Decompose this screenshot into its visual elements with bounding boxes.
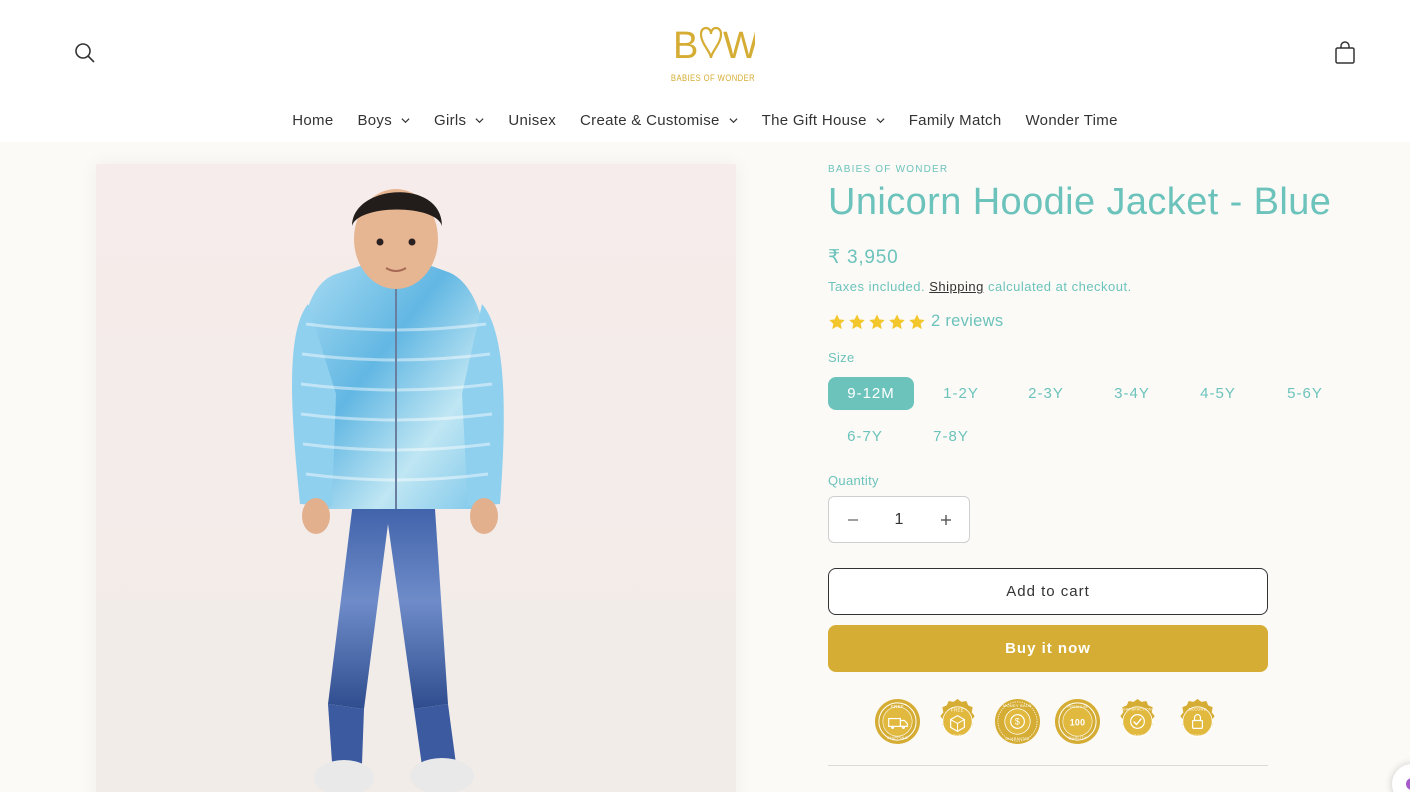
size-option-5-6y[interactable]: 5-6Y [1265,377,1345,410]
quantity-stepper [828,496,970,543]
size-option-2-3y[interactable]: 2-3Y [1006,377,1086,410]
nav-label: Family Match [908,111,1002,129]
nav-label: Girls [434,111,467,129]
chevron-down-icon [729,117,738,123]
quantity-input[interactable] [876,497,922,542]
size-label: Size [828,350,855,365]
chat-icon [1406,778,1410,790]
secure-checkout-badge-icon: SECURE CHECKOUT [1180,698,1215,738]
nav-label: Wonder Time [1025,111,1118,129]
product-title: Unicorn Hoodie Jacket - Blue [828,181,1332,223]
quantity-label: Quantity [828,473,879,488]
product-rating[interactable]: 2 reviews [828,312,1003,331]
quantity-decrease-button[interactable] [829,497,876,542]
product-photo-illustration [96,164,736,792]
svg-text:$: $ [1015,716,1020,726]
cart-icon [1335,41,1355,64]
premium-quality-badge-icon: 100 PREMIUM QUALITY [1054,698,1101,745]
nav-label: Home [292,111,334,129]
free-shipping-badge-icon: FREE SHIPPING [874,698,921,745]
nav-label: Unisex [508,111,557,129]
nav-boys[interactable]: Boys [345,112,422,129]
star-icon [869,313,885,329]
size-option-9-12m[interactable]: 9-12M [828,377,914,410]
main-nav: Home Boys Girls Unisex Create & Customis… [0,108,1410,132]
chevron-down-icon [876,117,885,123]
size-option-6-7y[interactable]: 6-7Y [828,420,902,453]
badge-text: GUARANTEE [1005,737,1030,741]
star-icon [849,313,865,329]
nav-unisex[interactable]: Unisex [496,112,568,129]
nav-gift-house[interactable]: The Gift House [750,112,897,129]
nav-create-customise[interactable]: Create & Customise [568,112,750,129]
svg-text:W: W [723,25,755,64]
add-to-cart-button[interactable]: Add to cart [828,568,1268,615]
logo-subtitle: BABIES OF WONDER [670,73,756,83]
size-option-7-8y[interactable]: 7-8Y [912,420,990,453]
tax-prefix: Taxes included. [828,279,926,294]
star-icon [909,313,925,329]
size-option-1-2y[interactable]: 1-2Y [921,377,1001,410]
nav-family-match[interactable]: Family Match [897,112,1014,129]
shipping-link[interactable]: Shipping [929,279,984,294]
site-header: B W BABIES OF WONDER Home Boys Girls Uni… [0,0,1410,142]
tax-suffix: calculated at checkout. [987,279,1132,294]
cart-button[interactable] [1332,40,1358,66]
badge-text: FREE [891,704,904,709]
brand-logo[interactable]: B W BABIES OF WONDER [663,22,763,84]
logo-mark: B W [663,22,763,72]
star-icon [889,313,905,329]
trust-badges: FREE SHIPPING FREE RETURNS $ MONEY BACK … [874,698,1221,745]
nav-label: Boys [357,111,393,129]
chat-widget-button[interactable] [1392,764,1410,792]
reviews-count: 2 reviews [931,312,1004,330]
product-image[interactable] [96,164,736,792]
star-icon [829,313,845,329]
nav-label: The Gift House [761,111,867,129]
nav-girls[interactable]: Girls [422,112,496,129]
badge-text: MONEY BACK [1003,703,1032,708]
money-back-badge-icon: $ MONEY BACK GUARANTEE [994,698,1041,745]
nav-wonder-time[interactable]: Wonder Time [1014,112,1130,129]
nav-home[interactable]: Home [280,112,345,129]
buy-now-button[interactable]: Buy it now [828,625,1268,672]
size-option-3-4y[interactable]: 3-4Y [1092,377,1172,410]
badge-text: SHIPPING [887,735,908,740]
badge-text: CHECKOUT [1186,734,1210,738]
minus-icon [847,518,858,521]
rating-stars [828,313,926,331]
badge-text: QUALITY [1068,735,1087,740]
chevron-down-icon [401,117,410,123]
plus-icon [940,514,951,525]
free-returns-badge-icon: FREE RETURNS [940,698,975,738]
nav-label: Create & Customise [580,111,720,129]
badge-text: SATISFACTION [1123,708,1152,712]
section-divider [828,765,1268,766]
badge-text: FREE [951,708,964,713]
svg-text:B: B [673,25,698,64]
chevron-down-icon [475,117,484,123]
badge-text: PREMIUM [1067,704,1088,709]
logo-bow-icon: B W [673,25,759,67]
search-icon [75,43,95,63]
badge-text: 100 [1070,717,1086,727]
badge-text: RETURNS [947,733,968,738]
quantity-increase-button[interactable] [922,497,969,542]
search-button[interactable] [72,40,98,66]
satisfaction-guarantee-badge-icon: SATISFACTION GUARANTEE [1120,698,1155,738]
badge-text: GUARANTEE [1125,734,1150,738]
product-vendor: BABIES OF WONDER [828,164,949,175]
size-option-4-5y[interactable]: 4-5Y [1178,377,1258,410]
tax-note: Taxes included. Shipping calculated at c… [828,279,1132,294]
product-price: ₹ 3,950 [828,247,899,268]
badge-text: SECURE [1188,707,1206,712]
